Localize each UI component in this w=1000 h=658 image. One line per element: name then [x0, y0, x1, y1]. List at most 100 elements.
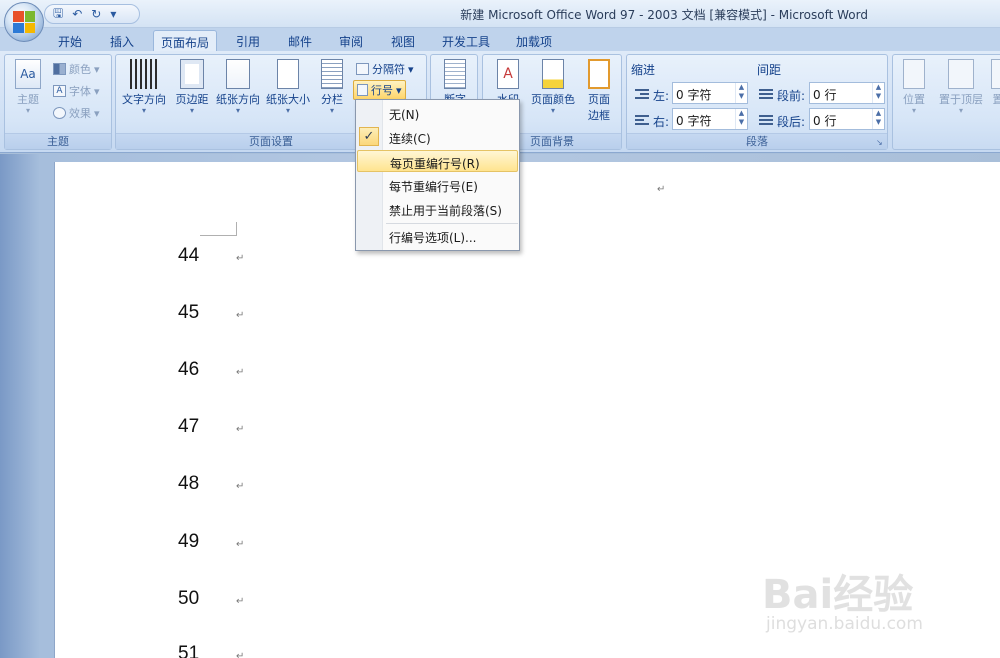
text-direction-button[interactable]: 文字方向 ▾: [118, 59, 170, 115]
theme-colors-button[interactable]: 颜色 ▾: [53, 61, 100, 77]
line-number: 45: [178, 302, 200, 323]
text-direction-icon: [130, 59, 158, 89]
palette-icon: [53, 63, 66, 75]
margins-icon: [180, 59, 204, 89]
menu-item-restart-each-section[interactable]: 每节重编行号(E): [357, 174, 518, 196]
spacing-before-field[interactable]: 0 行 ▲ ▼: [809, 82, 885, 104]
send-to-back-icon: [991, 59, 1000, 89]
paragraph-mark-icon: ↵: [657, 184, 666, 195]
breaks-icon: [356, 63, 369, 75]
themes-button[interactable]: Aa 主题 ▾: [11, 59, 45, 115]
columns-icon: [321, 59, 343, 89]
page-borders-button[interactable]: 页面 边框: [583, 59, 615, 123]
line-number: 44: [178, 245, 200, 266]
menu-item-suppress-current-paragraph[interactable]: 禁止用于当前段落(S): [357, 198, 518, 220]
office-button[interactable]: [4, 2, 44, 42]
theme-fonts-button[interactable]: A 字体 ▾: [53, 83, 100, 99]
line-numbers-icon: [357, 84, 368, 96]
spacing-after-icon: [759, 115, 773, 127]
effects-icon: [53, 107, 66, 119]
paragraph-mark-icon: ↵: [236, 424, 245, 435]
line-numbers-menu: 无(N) ✓ 连续(C) 每页重编行号(R) 每节重编行号(E) 禁止用于当前段…: [355, 99, 520, 251]
menu-separator: [386, 223, 518, 224]
baidu-watermark: Bai经验: [762, 572, 914, 618]
margins-button[interactable]: 页边距 ▾: [172, 59, 212, 115]
indent-left-label: 左:: [653, 89, 670, 103]
window-title: 新建 Microsoft Office Word 97 - 2003 文档 [兼…: [460, 8, 868, 22]
line-number: 47: [178, 416, 200, 437]
indent-title: 缩进: [631, 63, 656, 77]
columns-button[interactable]: 分栏 ▾: [316, 59, 348, 115]
menu-item-line-numbering-options[interactable]: 行编号选项(L)...: [357, 225, 518, 247]
themes-group: Aa 主题 ▾ 颜色 ▾ A 字体 ▾ 效果 ▾ 主题: [4, 54, 112, 150]
paragraph-mark-icon: ↵: [236, 539, 245, 550]
tab-mailings[interactable]: 邮件: [280, 30, 320, 51]
line-number: 48: [178, 473, 200, 494]
tab-home[interactable]: 开始: [50, 30, 90, 51]
breaks-button[interactable]: 分隔符 ▾: [356, 61, 414, 77]
paragraph-mark-icon: ↵: [236, 481, 245, 492]
tab-insert[interactable]: 插入: [102, 30, 142, 51]
office-logo-icon: [13, 11, 35, 33]
line-number: 51: [178, 643, 200, 658]
arrange-group: 位置 ▾ 置于顶层 ▾ 置: [892, 54, 1000, 150]
paragraph-group: 缩进 间距 左: 0 字符 ▲ ▼ 右: 0 字符 ▲ ▼ 段前: 0 行 ▲ ▼ 段…: [626, 54, 888, 150]
spacing-before-icon: [759, 89, 773, 101]
line-number: 50: [178, 588, 200, 609]
ribbon-tabs: 开始 插入 页面布局 引用 邮件 审阅 视图 开发工具 加载项: [0, 28, 1000, 51]
indent-right-field[interactable]: 0 字符 ▲ ▼: [672, 108, 748, 130]
indent-left-field[interactable]: 0 字符 ▲ ▼: [672, 82, 748, 104]
document-icon: [444, 59, 466, 89]
line-number: 49: [178, 531, 200, 552]
tab-view[interactable]: 视图: [383, 30, 423, 51]
spinner-arrows-icon[interactable]: ▲ ▼: [735, 83, 747, 103]
menu-item-continuous[interactable]: 连续(C): [357, 126, 518, 148]
watermark-icon: A: [497, 59, 519, 89]
orientation-button[interactable]: 纸张方向 ▾: [214, 59, 262, 115]
paragraph-mark-icon: ↵: [236, 651, 245, 658]
font-a-icon: A: [53, 85, 66, 97]
send-to-back-button[interactable]: 置: [991, 59, 1000, 107]
paper-size-icon: [277, 59, 299, 89]
themes-group-label: 主题: [5, 133, 111, 149]
menu-item-restart-each-page[interactable]: 每页重编行号(R): [357, 150, 518, 172]
baidu-watermark-url: jingyan.baidu.com: [766, 614, 923, 634]
spacing-after-field[interactable]: 0 行 ▲ ▼: [809, 108, 885, 130]
spacing-after-label: 段后:: [777, 115, 806, 129]
position-button[interactable]: 位置 ▾: [899, 59, 929, 115]
indent-right-label: 右:: [653, 115, 670, 129]
spacing-title: 间距: [757, 63, 782, 77]
bring-to-front-button[interactable]: 置于顶层 ▾: [935, 59, 987, 115]
spinner-arrows-icon[interactable]: ▲ ▼: [872, 109, 884, 129]
line-numbers-button[interactable]: 行号 ▾: [353, 80, 406, 100]
paragraph-mark-icon: ↵: [236, 310, 245, 321]
tab-page-layout[interactable]: 页面布局: [153, 30, 217, 51]
line-number: 46: [178, 359, 200, 380]
orientation-icon: [226, 59, 250, 89]
tab-review[interactable]: 审阅: [331, 30, 371, 51]
page-borders-icon: [588, 59, 610, 89]
theme-effects-button[interactable]: 效果 ▾: [53, 105, 100, 121]
size-button[interactable]: 纸张大小 ▾: [264, 59, 312, 115]
paragraph-group-label: 段落: [627, 133, 887, 149]
indent-left-icon: [635, 89, 649, 101]
paragraph-mark-icon: ↵: [236, 596, 245, 607]
page-color-button[interactable]: 页面颜色 ▾: [527, 59, 579, 115]
paint-bucket-icon: [542, 59, 564, 89]
paragraph-mark-icon: ↵: [236, 253, 245, 264]
spinner-arrows-icon[interactable]: ▲ ▼: [735, 109, 747, 129]
text-boundary-corner: [200, 222, 237, 236]
tab-developer[interactable]: 开发工具: [436, 30, 496, 51]
menu-item-none[interactable]: 无(N): [357, 102, 518, 124]
tab-add-ins[interactable]: 加载项: [509, 30, 559, 51]
indent-right-icon: [635, 115, 649, 127]
tab-references[interactable]: 引用: [228, 30, 268, 51]
themes-icon: Aa: [15, 59, 41, 89]
bring-to-front-icon: [948, 59, 974, 89]
title-bar: 🖫 ↶ ↻ ▾ 新建 Microsoft Office Word 97 - 20…: [0, 0, 1000, 28]
spacing-before-label: 段前:: [777, 89, 806, 103]
paragraph-mark-icon: ↵: [236, 367, 245, 378]
paragraph-launcher-icon[interactable]: ↘: [876, 138, 885, 147]
position-icon: [903, 59, 925, 89]
spinner-arrows-icon[interactable]: ▲ ▼: [872, 83, 884, 103]
